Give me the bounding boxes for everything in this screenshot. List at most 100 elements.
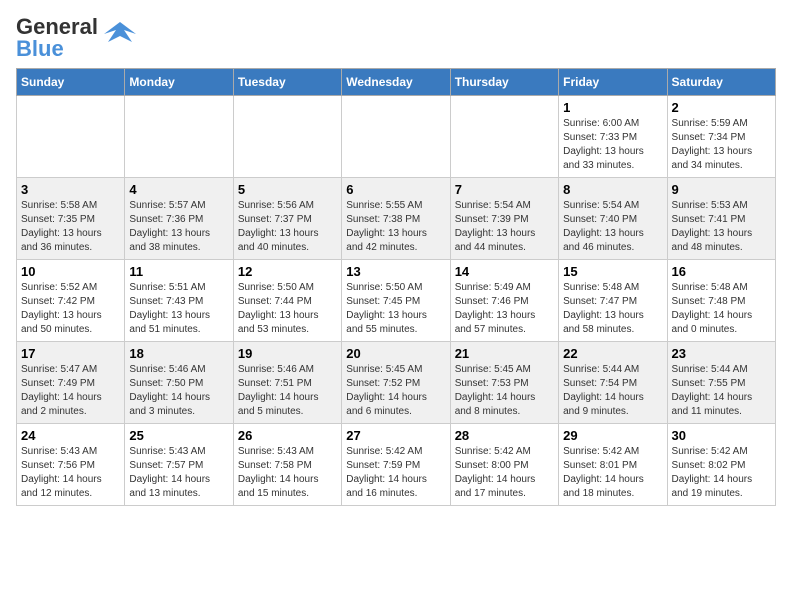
day-info: Sunrise: 5:45 AM Sunset: 7:52 PM Dayligh…	[346, 363, 445, 419]
calendar-week-row: 17 Sunrise: 5:47 AM Sunset: 7:49 PM Dayli…	[17, 342, 776, 424]
day-info: Sunrise: 5:59 AM Sunset: 7:34 PM Dayligh…	[672, 117, 771, 173]
day-number: 10	[21, 264, 120, 279]
calendar-cell: 3 Sunrise: 5:58 AM Sunset: 7:35 PM Daylig…	[17, 178, 125, 260]
calendar-cell: 29Sunrise: 5:42 AM Sunset: 8:01 PM Dayli…	[559, 424, 667, 506]
weekday-header-sunday: Sunday	[17, 69, 125, 96]
calendar-cell	[17, 96, 125, 178]
page-header: General Blue	[16, 16, 776, 60]
day-number: 24	[21, 428, 120, 443]
calendar-cell: 19Sunrise: 5:46 AM Sunset: 7:51 PM Dayli…	[233, 342, 341, 424]
calendar-cell: 13 Sunrise: 5:50 AM Sunset: 7:45 PM Dayli…	[342, 260, 450, 342]
day-info: Sunrise: 5:57 AM Sunset: 7:36 PM Dayligh…	[129, 199, 228, 255]
calendar-cell: 18Sunrise: 5:46 AM Sunset: 7:50 PM Dayli…	[125, 342, 233, 424]
day-info: Sunrise: 5:50 AM Sunset: 7:44 PM Dayligh…	[238, 281, 337, 337]
calendar-cell: 7 Sunrise: 5:54 AM Sunset: 7:39 PM Daylig…	[450, 178, 558, 260]
weekday-header-saturday: Saturday	[667, 69, 775, 96]
calendar-cell: 16 Sunrise: 5:48 AM Sunset: 7:48 PM Dayli…	[667, 260, 775, 342]
calendar-cell: 1 Sunrise: 6:00 AM Sunset: 7:33 PM Daylig…	[559, 96, 667, 178]
weekday-header-wednesday: Wednesday	[342, 69, 450, 96]
day-number: 20	[346, 346, 445, 361]
calendar-cell: 17 Sunrise: 5:47 AM Sunset: 7:49 PM Dayli…	[17, 342, 125, 424]
day-number: 18	[129, 346, 228, 361]
calendar-week-row: 24 Sunrise: 5:43 AM Sunset: 7:56 PM Dayli…	[17, 424, 776, 506]
day-info: Sunrise: 5:58 AM Sunset: 7:35 PM Dayligh…	[21, 199, 120, 255]
day-number: 17	[21, 346, 120, 361]
day-number: 15	[563, 264, 662, 279]
weekday-header-tuesday: Tuesday	[233, 69, 341, 96]
calendar-cell: 28 Sunrise: 5:42 AM Sunset: 8:00 PM Dayli…	[450, 424, 558, 506]
calendar-cell	[233, 96, 341, 178]
day-number: 6	[346, 182, 445, 197]
day-info: Sunrise: 5:47 AM Sunset: 7:49 PM Dayligh…	[21, 363, 120, 419]
day-info: Sunrise: 5:50 AM Sunset: 7:45 PM Dayligh…	[346, 281, 445, 337]
day-info: Sunrise: 5:42 AM Sunset: 8:00 PM Dayligh…	[455, 445, 554, 501]
day-info: Sunrise: 5:53 AM Sunset: 7:41 PM Dayligh…	[672, 199, 771, 255]
day-number: 28	[455, 428, 554, 443]
calendar-cell: 4 Sunrise: 5:57 AM Sunset: 7:36 PM Daylig…	[125, 178, 233, 260]
calendar-cell: 9 Sunrise: 5:53 AM Sunset: 7:41 PM Daylig…	[667, 178, 775, 260]
calendar-cell: 23 Sunrise: 5:44 AM Sunset: 7:55 PM Dayli…	[667, 342, 775, 424]
day-number: 7	[455, 182, 554, 197]
day-info: Sunrise: 5:44 AM Sunset: 7:54 PM Dayligh…	[563, 363, 662, 419]
calendar-cell: 5 Sunrise: 5:56 AM Sunset: 7:37 PM Daylig…	[233, 178, 341, 260]
day-info: Sunrise: 5:45 AM Sunset: 7:53 PM Dayligh…	[455, 363, 554, 419]
day-info: Sunrise: 5:43 AM Sunset: 7:58 PM Dayligh…	[238, 445, 337, 501]
calendar-cell: 14Sunrise: 5:49 AM Sunset: 7:46 PM Dayli…	[450, 260, 558, 342]
day-number: 30	[672, 428, 771, 443]
calendar-cell: 6Sunrise: 5:55 AM Sunset: 7:38 PM Daylig…	[342, 178, 450, 260]
calendar-week-row: 1 Sunrise: 6:00 AM Sunset: 7:33 PM Daylig…	[17, 96, 776, 178]
calendar-cell: 24 Sunrise: 5:43 AM Sunset: 7:56 PM Dayli…	[17, 424, 125, 506]
day-number: 19	[238, 346, 337, 361]
logo: General Blue	[16, 16, 136, 60]
day-number: 27	[346, 428, 445, 443]
calendar-table: SundayMondayTuesdayWednesdayThursdayFrid…	[16, 68, 776, 506]
day-info: Sunrise: 5:56 AM Sunset: 7:37 PM Dayligh…	[238, 199, 337, 255]
day-number: 1	[563, 100, 662, 115]
weekday-header-row: SundayMondayTuesdayWednesdayThursdayFrid…	[17, 69, 776, 96]
day-number: 14	[455, 264, 554, 279]
day-number: 5	[238, 182, 337, 197]
calendar-cell	[342, 96, 450, 178]
day-number: 22	[563, 346, 662, 361]
day-info: Sunrise: 5:42 AM Sunset: 7:59 PM Dayligh…	[346, 445, 445, 501]
day-number: 16	[672, 264, 771, 279]
day-info: Sunrise: 6:00 AM Sunset: 7:33 PM Dayligh…	[563, 117, 662, 173]
calendar-cell: 22 Sunrise: 5:44 AM Sunset: 7:54 PM Dayli…	[559, 342, 667, 424]
logo-bird-icon	[104, 18, 136, 50]
calendar-cell: 10Sunrise: 5:52 AM Sunset: 7:42 PM Dayli…	[17, 260, 125, 342]
day-info: Sunrise: 5:51 AM Sunset: 7:43 PM Dayligh…	[129, 281, 228, 337]
day-number: 21	[455, 346, 554, 361]
calendar-cell: 2Sunrise: 5:59 AM Sunset: 7:34 PM Daylig…	[667, 96, 775, 178]
calendar-cell: 26 Sunrise: 5:43 AM Sunset: 7:58 PM Dayli…	[233, 424, 341, 506]
day-info: Sunrise: 5:44 AM Sunset: 7:55 PM Dayligh…	[672, 363, 771, 419]
weekday-header-monday: Monday	[125, 69, 233, 96]
day-info: Sunrise: 5:43 AM Sunset: 7:57 PM Dayligh…	[129, 445, 228, 501]
calendar-cell: 15 Sunrise: 5:48 AM Sunset: 7:47 PM Dayli…	[559, 260, 667, 342]
calendar-cell: 30 Sunrise: 5:42 AM Sunset: 8:02 PM Dayli…	[667, 424, 775, 506]
calendar-cell: 11 Sunrise: 5:51 AM Sunset: 7:43 PM Dayli…	[125, 260, 233, 342]
day-number: 23	[672, 346, 771, 361]
day-info: Sunrise: 5:48 AM Sunset: 7:47 PM Dayligh…	[563, 281, 662, 337]
calendar-cell	[125, 96, 233, 178]
calendar-week-row: 10Sunrise: 5:52 AM Sunset: 7:42 PM Dayli…	[17, 260, 776, 342]
calendar-cell: 27 Sunrise: 5:42 AM Sunset: 7:59 PM Dayli…	[342, 424, 450, 506]
day-number: 13	[346, 264, 445, 279]
calendar-cell: 21 Sunrise: 5:45 AM Sunset: 7:53 PM Dayli…	[450, 342, 558, 424]
day-info: Sunrise: 5:54 AM Sunset: 7:39 PM Dayligh…	[455, 199, 554, 255]
day-number: 9	[672, 182, 771, 197]
day-info: Sunrise: 5:54 AM Sunset: 7:40 PM Dayligh…	[563, 199, 662, 255]
day-info: Sunrise: 5:42 AM Sunset: 8:02 PM Dayligh…	[672, 445, 771, 501]
weekday-header-thursday: Thursday	[450, 69, 558, 96]
weekday-header-friday: Friday	[559, 69, 667, 96]
day-number: 3	[21, 182, 120, 197]
calendar-cell	[450, 96, 558, 178]
day-number: 11	[129, 264, 228, 279]
logo-blue: Blue	[16, 36, 64, 61]
day-info: Sunrise: 5:48 AM Sunset: 7:48 PM Dayligh…	[672, 281, 771, 337]
day-number: 4	[129, 182, 228, 197]
day-number: 25	[129, 428, 228, 443]
calendar-cell: 8Sunrise: 5:54 AM Sunset: 7:40 PM Daylig…	[559, 178, 667, 260]
day-number: 26	[238, 428, 337, 443]
day-info: Sunrise: 5:43 AM Sunset: 7:56 PM Dayligh…	[21, 445, 120, 501]
calendar-week-row: 3 Sunrise: 5:58 AM Sunset: 7:35 PM Daylig…	[17, 178, 776, 260]
